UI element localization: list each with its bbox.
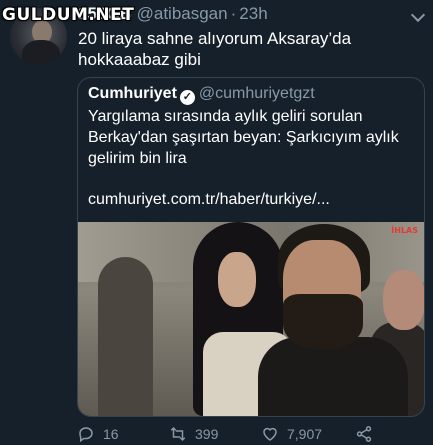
reply-button[interactable]: 16 <box>77 425 119 443</box>
like-button[interactable]: 7,907 <box>261 425 322 443</box>
quoted-text: Yargılama sırasında aylık geliri sorulan… <box>88 106 408 169</box>
quoted-header: Cumhuriyet ✓ @cumhuriyetgzt <box>88 85 315 105</box>
retweet-button[interactable]: 399 <box>169 425 218 443</box>
quoted-text-line: Berkay'dan şaşırtan beyan: Şarkıcıyım ay… <box>88 129 399 146</box>
retweet-icon <box>170 426 186 442</box>
photo-tag: İHLAS <box>391 226 418 235</box>
reply-icon <box>79 427 93 443</box>
quoted-text-line: gelirim bin lira <box>88 150 187 167</box>
tweet-text-line: hokkaaabaz gibi <box>78 50 201 69</box>
handle[interactable]: @atibasgan <box>137 4 228 23</box>
quoted-tweet[interactable]: Cumhuriyet ✓ @cumhuriyetgzt Yargılama sıra… <box>77 77 425 417</box>
retweet-count: 399 <box>195 426 219 442</box>
watermark: GULDUM.NET <box>2 5 135 25</box>
quoted-photo[interactable]: İHLAS <box>78 222 424 416</box>
like-icon <box>263 427 277 441</box>
quoted-text-line: Yargılama sırasında aylık geliri sorulan <box>88 108 363 125</box>
tweet-actions: 16 399 7,907 <box>77 425 423 445</box>
tweet-text-line: 20 liraya sahne alıyorum Aksaray’da <box>78 29 352 48</box>
quoted-handle: @cumhuriyetgzt <box>198 85 315 102</box>
like-count: 7,907 <box>287 426 323 442</box>
share-button[interactable] <box>355 425 373 443</box>
tweet-text: 20 liraya sahne alıyorum Aksaray’da hokk… <box>78 28 378 70</box>
reply-count: 16 <box>103 426 119 442</box>
share-icon <box>356 426 372 442</box>
verified-badge-icon: ✓ <box>179 90 195 105</box>
quoted-link[interactable]: cumhuriyet.com.tr/haber/turkiye/... <box>88 191 330 209</box>
separator: · <box>230 4 237 23</box>
quoted-display-name: Cumhuriyet <box>88 85 177 102</box>
timestamp[interactable]: 23h <box>239 4 267 23</box>
